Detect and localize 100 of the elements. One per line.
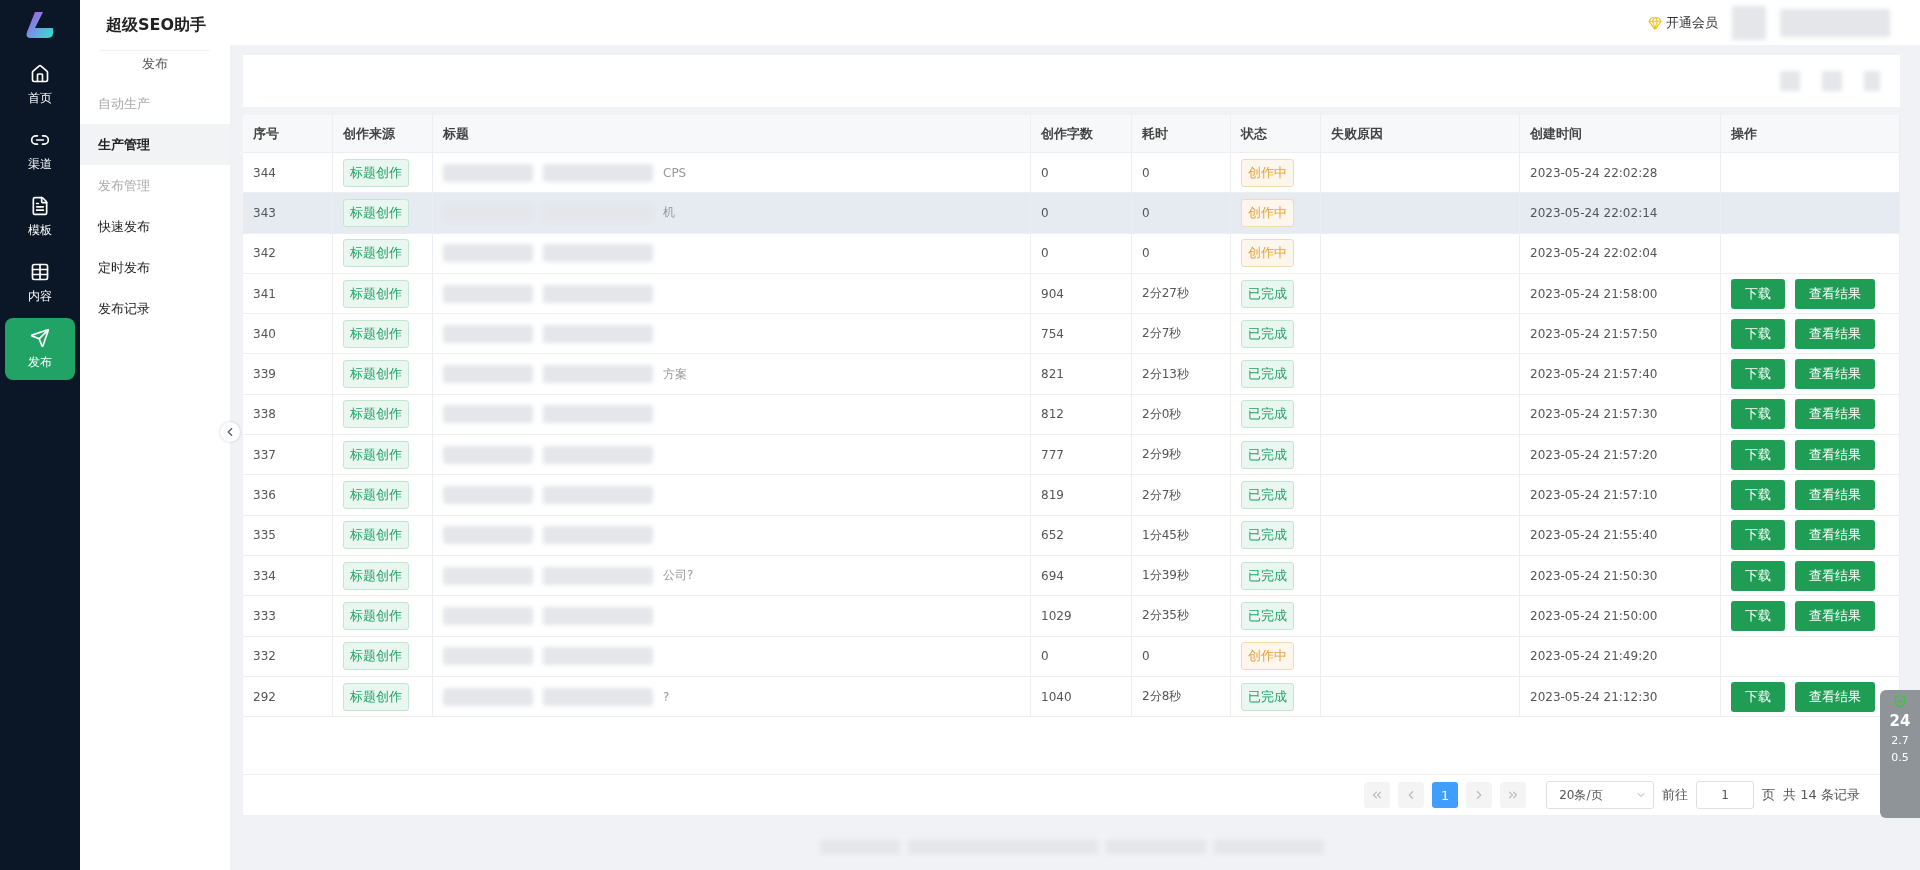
- view-result-button[interactable]: 查看结果: [1795, 278, 1875, 309]
- source-tag: 标题创作: [343, 158, 409, 187]
- gem-icon: [1648, 15, 1662, 30]
- view-result-button[interactable]: 查看结果: [1795, 681, 1875, 712]
- source-tag: 标题创作: [343, 561, 409, 590]
- rail-nav-item[interactable]: 模板: [5, 186, 75, 248]
- first-page-button[interactable]: [1364, 782, 1391, 808]
- source-tag: 标题创作: [343, 521, 409, 550]
- table-cell: 2分7秒: [1132, 475, 1231, 516]
- view-result-button[interactable]: 查看结果: [1795, 480, 1875, 510]
- status-tag: 已完成: [1241, 279, 1294, 308]
- status-tag: 已完成: [1241, 682, 1294, 711]
- source-tag: 标题创作: [343, 279, 409, 308]
- app-title: 超级SEO助手: [105, 13, 208, 36]
- status-tag: 创作中: [1241, 198, 1294, 227]
- subnav-item[interactable]: 定时发布: [80, 247, 230, 288]
- subnav-item[interactable]: 生产管理: [80, 124, 230, 165]
- shield-icon: [1893, 694, 1907, 708]
- table-icon: [30, 261, 50, 282]
- page-input[interactable]: 1: [1696, 781, 1755, 809]
- table-cell: 2023-05-24 22:02:14: [1520, 193, 1721, 234]
- view-result-button[interactable]: 查看结果: [1795, 520, 1875, 551]
- table-cell: 0: [1031, 193, 1132, 234]
- title-fragment: 机: [663, 204, 675, 222]
- view-result-button[interactable]: 查看结果: [1795, 560, 1875, 591]
- download-button[interactable]: 下载: [1731, 520, 1785, 551]
- table-cell: 0: [1132, 636, 1231, 677]
- title-fragment: ?: [663, 689, 670, 704]
- last-page-button[interactable]: [1500, 782, 1527, 808]
- table-cell: 2分35秒: [1132, 596, 1231, 637]
- source-tag: 标题创作: [343, 239, 409, 268]
- table-cell: 2分13秒: [1132, 354, 1231, 395]
- status-tag: 创作中: [1241, 158, 1294, 187]
- rail-nav-item[interactable]: 发布: [5, 318, 75, 380]
- table-cell: 1分45秒: [1132, 515, 1231, 556]
- rail-nav-item[interactable]: 首页: [5, 54, 75, 116]
- view-result-button[interactable]: 查看结果: [1795, 318, 1875, 349]
- view-result-button[interactable]: 查看结果: [1795, 439, 1875, 470]
- page-button[interactable]: 1: [1432, 782, 1459, 808]
- home-icon: [30, 63, 50, 84]
- table-cell: 2023-05-24 21:50:00: [1520, 596, 1721, 637]
- table-cell: 2023-05-24 21:12:30: [1520, 676, 1721, 718]
- view-result-button[interactable]: 查看结果: [1795, 359, 1875, 390]
- widget-value: 24: [1889, 712, 1911, 730]
- table-cell: 333: [243, 596, 333, 637]
- table-cell: 0: [1031, 636, 1132, 677]
- rail-nav-item[interactable]: 渠道: [5, 120, 75, 182]
- table-cell: 342: [243, 233, 333, 274]
- total-count: 共 14 条记录: [1783, 786, 1860, 804]
- status-tag: 已完成: [1241, 360, 1294, 389]
- table-cell: 652: [1031, 515, 1132, 556]
- prev-page-button[interactable]: [1398, 782, 1425, 808]
- table-cell: 335: [243, 515, 333, 556]
- download-speed: 0.5: [1891, 751, 1909, 764]
- file-icon: [30, 195, 50, 216]
- table-cell: 0: [1132, 193, 1231, 234]
- table-cell: 0: [1132, 233, 1231, 274]
- redacted-icon: [1780, 71, 1800, 91]
- status-tag: 已完成: [1241, 440, 1294, 469]
- collapse-button[interactable]: [220, 422, 240, 442]
- download-button[interactable]: 下载: [1731, 480, 1785, 510]
- status-tag: 创作中: [1241, 239, 1294, 268]
- upload-speed: 2.7: [1891, 734, 1909, 747]
- table-cell: 2023-05-24 21:57:40: [1520, 354, 1721, 395]
- status-tag: 已完成: [1241, 601, 1294, 630]
- status-tag: 已完成: [1241, 521, 1294, 550]
- view-result-button[interactable]: 查看结果: [1795, 600, 1875, 631]
- download-button[interactable]: 下载: [1731, 600, 1785, 631]
- source-tag: 标题创作: [343, 198, 409, 227]
- source-tag: 标题创作: [343, 682, 409, 711]
- goto-label: 前往: [1662, 786, 1689, 804]
- download-button[interactable]: 下载: [1731, 278, 1785, 309]
- download-button[interactable]: 下载: [1731, 439, 1785, 470]
- download-button[interactable]: 下载: [1731, 399, 1785, 430]
- vip-link[interactable]: 开通会员: [1648, 13, 1718, 32]
- page-unit: 页: [1762, 786, 1776, 804]
- view-result-button[interactable]: 查看结果: [1795, 399, 1875, 430]
- redacted-icon: [1864, 71, 1880, 91]
- send-icon: [30, 327, 50, 348]
- table-cell: 0: [1031, 233, 1132, 274]
- download-button[interactable]: 下载: [1731, 359, 1785, 390]
- title-fragment: 方案: [663, 365, 687, 383]
- source-tag: 标题创作: [343, 440, 409, 469]
- redacted-icon: [1822, 71, 1842, 91]
- download-button[interactable]: 下载: [1731, 681, 1785, 712]
- subnav-item[interactable]: 快速发布: [80, 206, 230, 247]
- download-button[interactable]: 下载: [1731, 318, 1785, 349]
- source-tag: 标题创作: [343, 319, 409, 348]
- rail-nav-item[interactable]: 内容: [5, 252, 75, 314]
- table-cell: 292: [243, 676, 333, 718]
- source-tag: 标题创作: [343, 400, 409, 429]
- status-tag: 已完成: [1241, 319, 1294, 348]
- table-cell: 2023-05-24 22:02:04: [1520, 233, 1721, 274]
- subnav-item[interactable]: 发布记录: [80, 288, 230, 329]
- page-size-select[interactable]: 20条/页: [1546, 781, 1655, 809]
- download-button[interactable]: 下载: [1731, 560, 1785, 591]
- table-cell: 336: [243, 475, 333, 516]
- next-page-button[interactable]: [1466, 782, 1493, 808]
- table-cell: 1029: [1031, 596, 1132, 637]
- table-cell: 343: [243, 193, 333, 234]
